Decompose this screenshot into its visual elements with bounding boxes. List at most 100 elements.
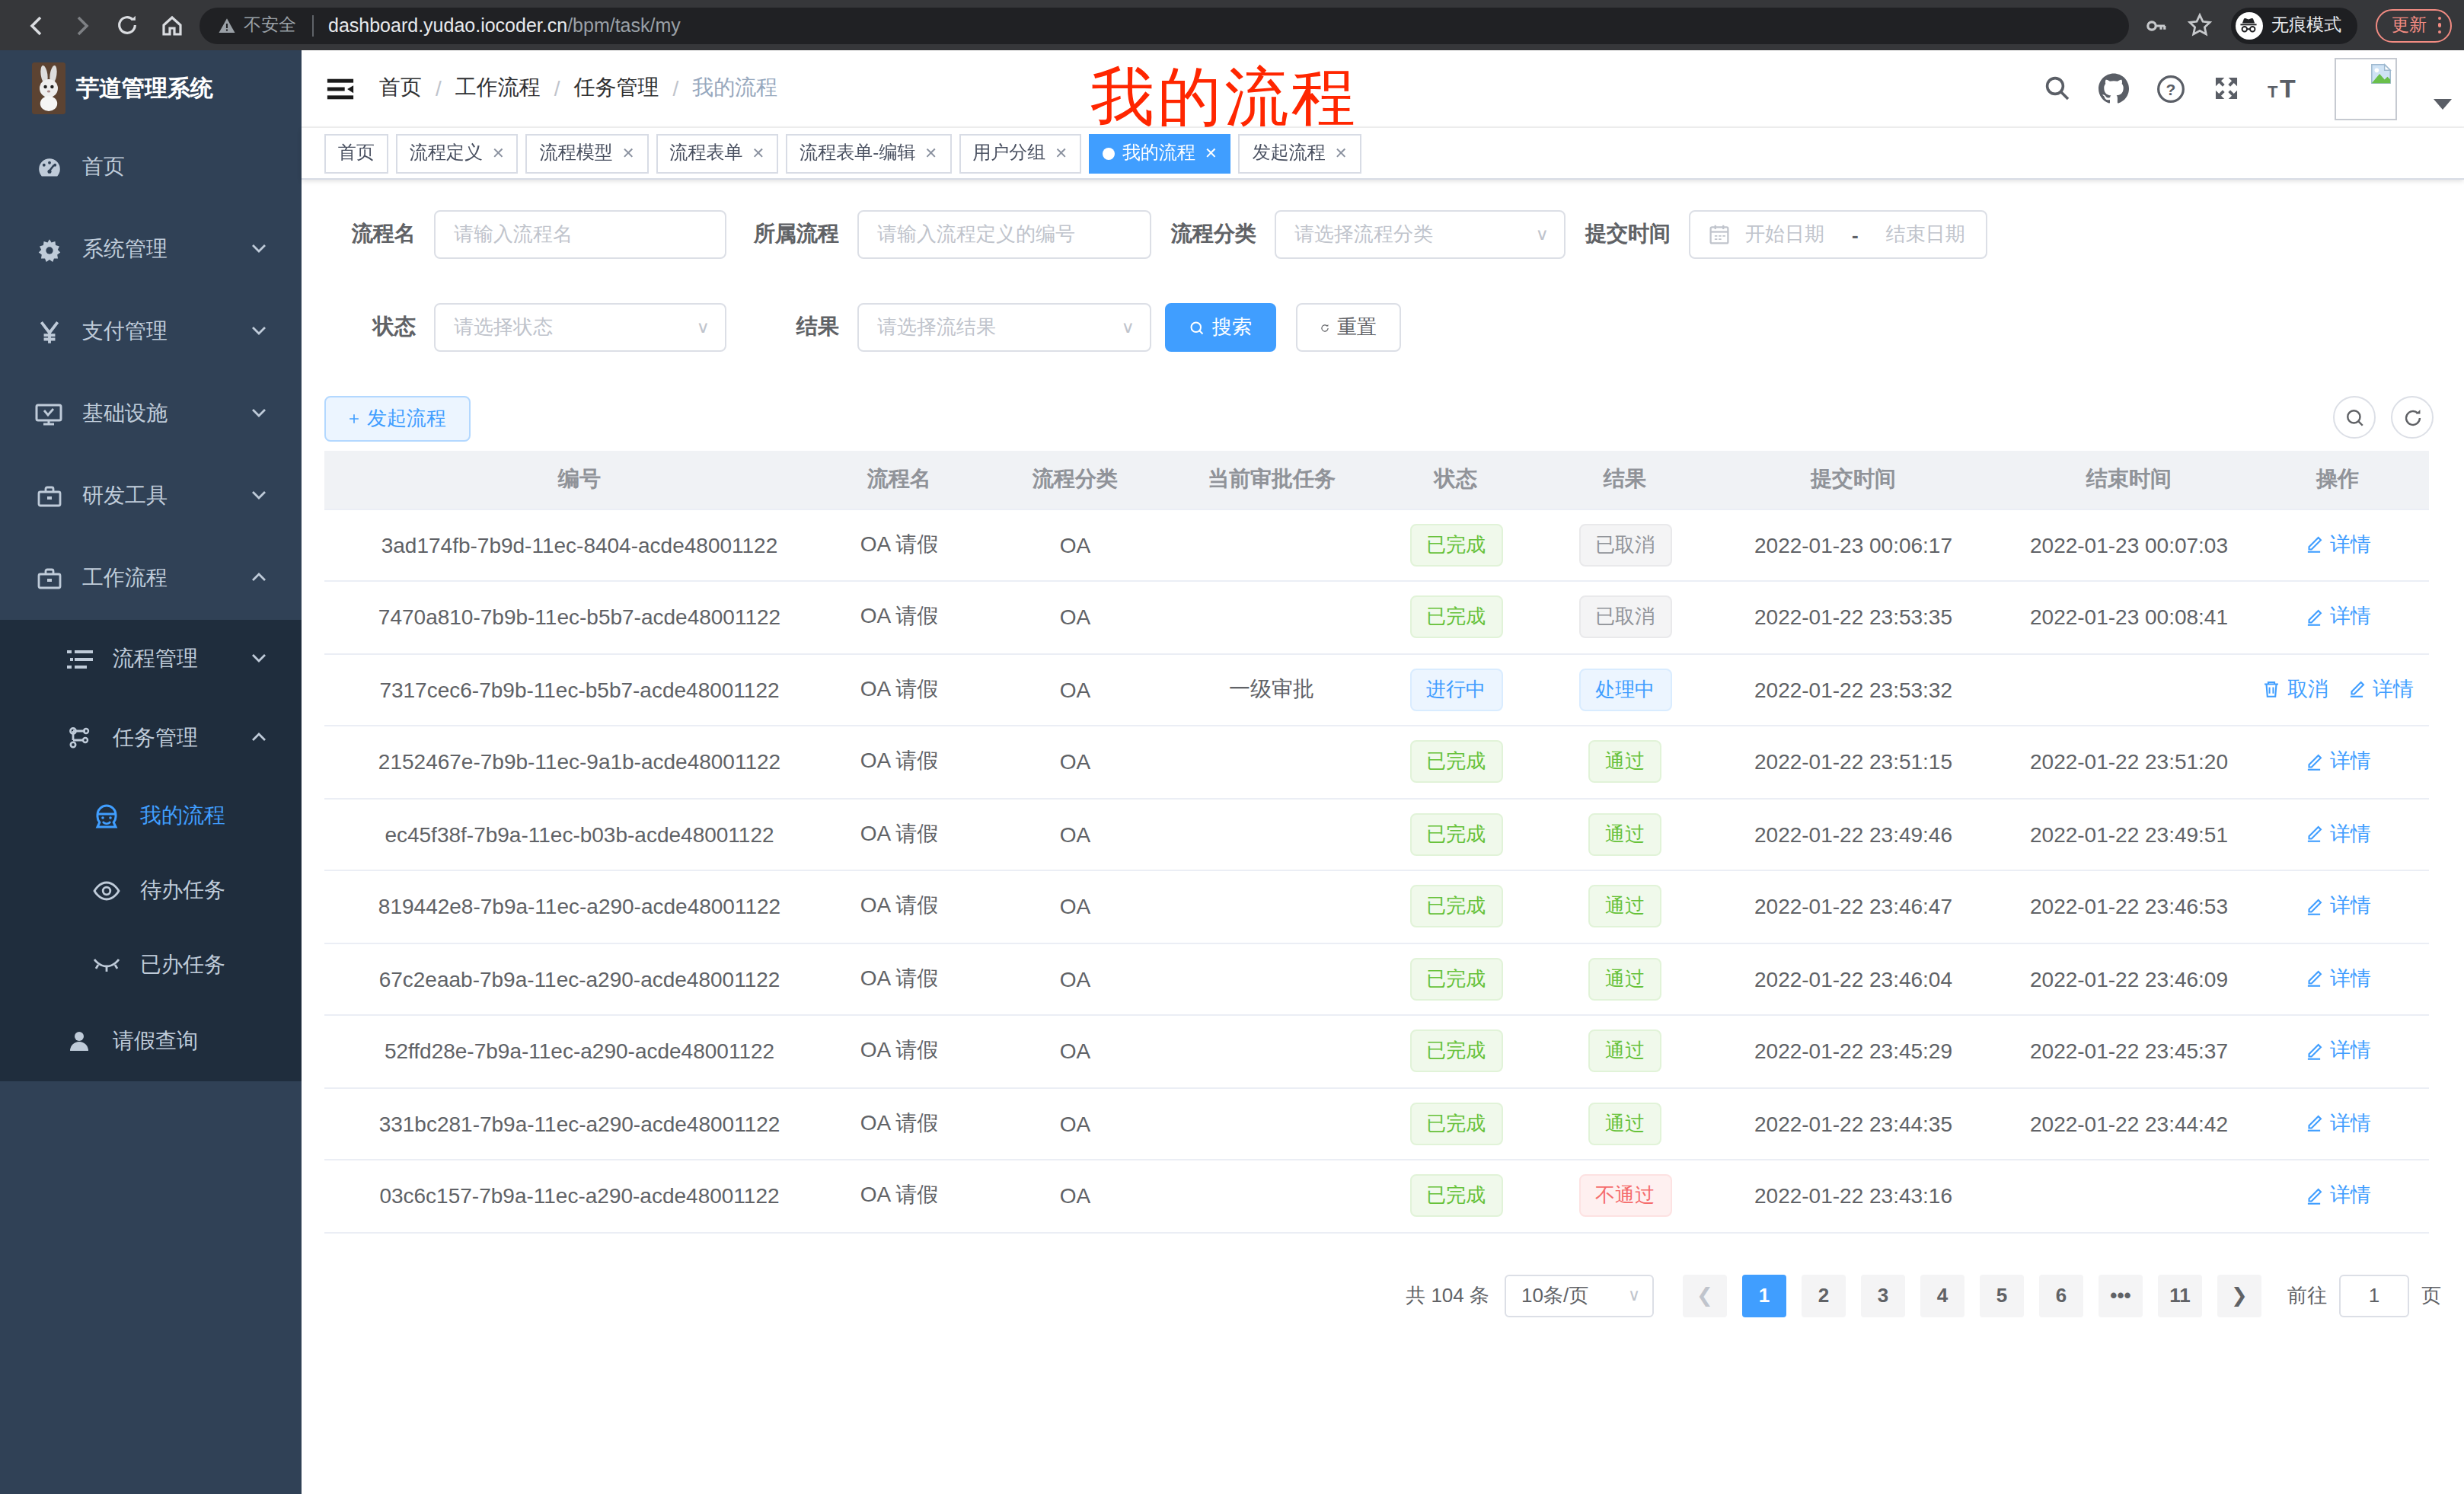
sidebar-item-首页[interactable]: 首页 [0,126,302,209]
sidebar-item-任务管理[interactable]: 任务管理 [0,699,302,778]
browser-home-icon[interactable] [160,13,184,37]
logo[interactable]: 芋道管理系统 [0,50,302,126]
page-size-select[interactable]: 10条/页∨ [1505,1274,1654,1317]
sidebar-item-我的流程[interactable]: 我的流程 [0,778,302,853]
page-button-5[interactable]: 5 [1980,1274,2024,1317]
cell-submit-time: 2022-01-22 23:45:29 [1695,1015,2012,1087]
cell-name: OA 请假 [835,653,964,726]
search-button[interactable]: 搜索 [1165,303,1276,352]
cell-result: 已取消 [1555,509,1695,581]
bookmark-star-icon[interactable] [2186,12,2212,38]
gear-icon [30,237,67,263]
fullscreen-icon[interactable] [2213,75,2240,102]
help-icon[interactable]: ? [2156,74,2185,103]
close-tab-icon[interactable]: ✕ [622,145,635,161]
toggle-search-button[interactable] [2333,396,2376,439]
page-button-3[interactable]: 3 [1861,1274,1905,1317]
sidebar-item-流程管理[interactable]: 流程管理 [0,620,302,699]
page-ellipsis[interactable]: ••• [2099,1274,2143,1317]
cell-id: 331bc281-7b9a-11ec-a290-acde48001122 [324,1087,835,1160]
security-warning[interactable]: 不安全 [218,14,296,37]
detail-link[interactable]: 详情 [2304,531,2371,558]
font-size-icon[interactable]: TT [2268,75,2301,102]
sidebar-item-基础设施[interactable]: 基础设施 [0,373,302,455]
browser-forward-icon[interactable] [70,13,94,37]
status-select[interactable]: 请选择状态∨ [434,303,726,352]
detail-link[interactable]: 详情 [2304,603,2371,630]
sidebar-item-工作流程[interactable]: 工作流程 [0,538,302,620]
browser-reload-icon[interactable] [116,14,139,37]
tab-流程表单[interactable]: 流程表单✕ [656,133,779,173]
eye-open-icon [88,879,125,901]
tab-流程定义[interactable]: 流程定义✕ [396,133,519,173]
github-icon[interactable] [2099,73,2129,104]
breadcrumb-item[interactable]: 工作流程 [455,75,541,102]
avatar-dropdown-icon[interactable] [2434,98,2452,109]
result-select[interactable]: 请选择流结果∨ [857,303,1151,352]
process-def-input[interactable]: 请输入流程定义的编号 [857,210,1151,259]
create-process-button[interactable]: 发起流程 [324,396,471,442]
sidebar-item-系统管理[interactable]: 系统管理 [0,209,302,291]
info-badge: 已取消 [1578,524,1671,567]
reset-button[interactable]: 重置 [1296,303,1401,352]
breadcrumb-item[interactable]: 任务管理 [574,75,659,102]
avatar[interactable] [2335,57,2397,120]
detail-link[interactable]: 详情 [2304,748,2371,775]
close-tab-icon[interactable]: ✕ [1205,145,1218,161]
page-button-1[interactable]: 1 [1742,1274,1786,1317]
cancel-link[interactable]: 取消 [2261,675,2328,703]
sidebar-item-待办任务[interactable]: 待办任务 [0,853,302,927]
column-header-编号: 编号 [324,451,835,509]
header-search-icon[interactable] [2044,75,2071,102]
breadcrumb-item[interactable]: 首页 [379,75,422,102]
column-header-提交时间: 提交时间 [1695,451,2012,509]
detail-link[interactable]: 详情 [2304,1182,2371,1209]
page-button-4[interactable]: 4 [1920,1274,1964,1317]
browser-menu-icon[interactable] [2437,17,2441,34]
page-button-11[interactable]: 11 [2158,1274,2202,1317]
sidebar-toggle-icon[interactable] [302,74,379,103]
sidebar-item-支付管理[interactable]: 支付管理 [0,291,302,373]
sidebar-item-已办任务[interactable]: 已办任务 [0,927,302,1002]
close-tab-icon[interactable]: ✕ [752,145,765,161]
next-page-button[interactable]: ❯ [2217,1274,2261,1317]
page-button-2[interactable]: 2 [1802,1274,1846,1317]
key-icon[interactable] [2143,13,2168,37]
detail-link[interactable]: 详情 [2304,1037,2371,1065]
tab-用户分组[interactable]: 用户分组✕ [959,133,1081,173]
page-button-6[interactable]: 6 [2039,1274,2083,1317]
cell-current-task[interactable]: 一级审批 [1186,653,1357,726]
detail-link[interactable]: 详情 [2347,675,2414,703]
cell-name: OA 请假 [835,943,964,1015]
detail-link[interactable]: 详情 [2304,965,2371,992]
browser-update-button[interactable]: 更新 [2375,8,2452,42]
sidebar-item-请假查询[interactable]: 请假查询 [0,1002,302,1081]
close-tab-icon[interactable]: ✕ [924,145,937,161]
tab-流程模型[interactable]: 流程模型✕ [526,133,649,173]
cell-status: 进行中 [1357,653,1555,726]
dashboard-icon [30,155,67,180]
tab-流程表单-编辑[interactable]: 流程表单-编辑✕ [786,133,951,173]
cell-end-time: 2022-01-22 23:44:42 [2012,1087,2246,1160]
sidebar-item-研发工具[interactable]: 研发工具 [0,455,302,538]
tab-首页[interactable]: 首页 [324,133,388,173]
process-name-input[interactable]: 请输入流程名 [434,210,726,259]
logo-image [32,62,65,114]
cell-status: 已完成 [1357,798,1555,870]
address-bar[interactable]: 不安全 dashboard.yudao.iocoder.cn/bpm/task/… [199,7,2128,43]
detail-link[interactable]: 详情 [2304,892,2371,920]
close-tab-icon[interactable]: ✕ [492,145,505,161]
detail-link[interactable]: 详情 [2304,1109,2371,1137]
filter-label-status: 状态 [324,314,434,341]
cell-end-time: 2022-01-22 23:49:51 [2012,798,2246,870]
category-select[interactable]: 请选择流程分类∨ [1275,210,1566,259]
detail-link[interactable]: 详情 [2304,820,2371,848]
browser-back-icon[interactable] [24,13,49,37]
date-range-input[interactable]: 开始日期 - 结束日期 [1689,210,1987,259]
close-tab-icon[interactable]: ✕ [1335,145,1348,161]
close-tab-icon[interactable]: ✕ [1055,145,1068,161]
refresh-table-button[interactable] [2391,396,2434,439]
goto-page-input[interactable]: 1 [2339,1274,2409,1317]
prev-page-button[interactable]: ❮ [1683,1274,1727,1317]
cell-category: OA [964,943,1186,1015]
